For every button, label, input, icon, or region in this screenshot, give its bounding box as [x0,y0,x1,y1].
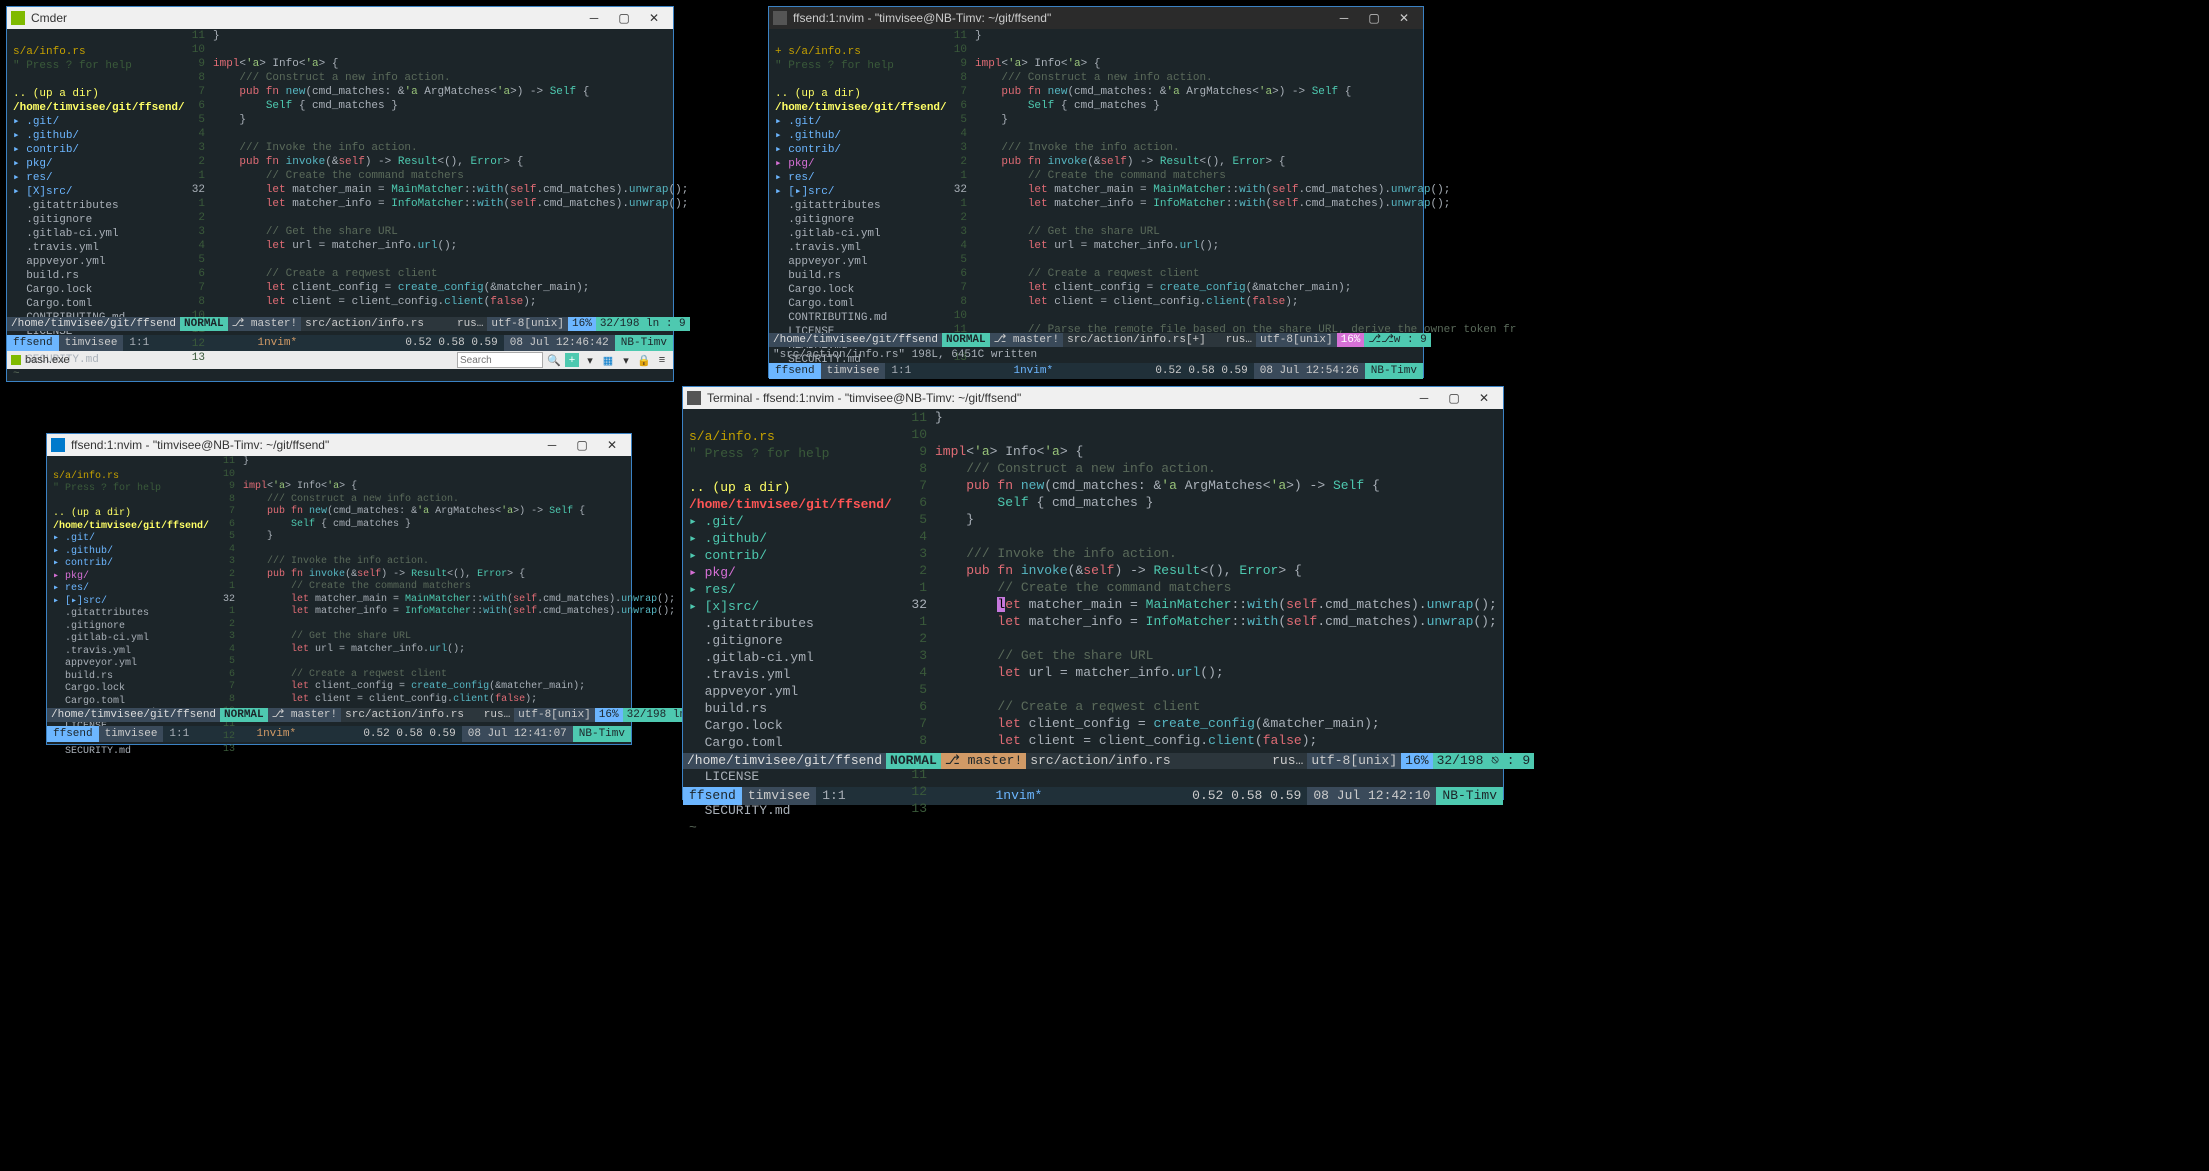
titlebar: ffsend:1:nvim - "timvisee@NB-Timv: ~/git… [769,7,1423,29]
code-body[interactable]: } impl<'a> Info<'a> { /// Construct a ne… [213,29,754,317]
maximize-button[interactable]: ▢ [609,7,639,29]
terminal-icon [687,391,701,405]
message-line: "src/action/info.rs" 198L, 6451C written [769,347,1423,363]
cmder-statusbar: bash.exe 🔍 + ▾ ▦ ▾ 🔒 ≡ [7,351,673,369]
tmux-line: ffsend timvisee 1:1 1nvim* 0.52 0.58 0.5… [7,335,673,351]
status-line: /home/timvisee/git/ffsend NORMAL ⎇ maste… [769,333,1423,347]
minimize-button[interactable]: ─ [1409,387,1439,409]
menu-button[interactable]: ≡ [655,353,669,367]
line-gutter: 11 10 9 8 7 6 5 4 3 2 1 32 1 2 3 4 5 6 7… [199,456,243,708]
maximize-button[interactable]: ▢ [1359,7,1389,29]
editor-area[interactable]: s/a/info.rs " Press ? for help .. (up a … [7,29,673,317]
add-tab-button[interactable]: + [565,353,579,367]
settings-dropdown[interactable]: ▾ [619,353,633,367]
editor-area[interactable]: s/a/info.rs " Press ? for help .. (up a … [683,409,1503,753]
window-title: ffsend:1:nvim - "timvisee@NB-Timv: ~/git… [793,11,1329,25]
file-tree[interactable]: s/a/info.rs " Press ? for help .. (up a … [47,456,199,708]
app-icon [773,11,787,25]
shell-tab[interactable]: bash.exe [11,354,70,366]
lock-icon[interactable]: 🔒 [637,353,651,367]
app-icon [11,11,25,25]
code-body[interactable]: } impl<'a> Info<'a> { /// Construct a ne… [243,456,735,708]
close-button[interactable]: ✕ [1389,7,1419,29]
file-tree[interactable]: s/a/info.rs " Press ? for help .. (up a … [7,29,169,317]
close-button[interactable]: ✕ [1469,387,1499,409]
line-gutter: 11 10 9 8 7 6 5 4 3 2 1 32 1 2 3 4 5 6 7… [169,29,213,317]
file-tree[interactable]: + s/a/info.rs " Press ? for help .. (up … [769,29,931,333]
maximize-button[interactable]: ▢ [1439,387,1469,409]
titlebar: Terminal - ffsend:1:nvim - "timvisee@NB-… [683,387,1503,409]
layout-button[interactable]: ▦ [601,353,615,367]
titlebar: ffsend:1:nvim - "timvisee@NB-Timv: ~/git… [47,434,631,456]
message-line [683,769,1503,787]
dropdown-button[interactable]: ▾ [583,353,597,367]
line-gutter: 11 10 9 8 7 6 5 4 3 2 1 32 1 2 3 4 5 6 7… [885,409,935,753]
window-title: ffsend:1:nvim - "timvisee@NB-Timv: ~/git… [71,438,537,452]
file-tree[interactable]: s/a/info.rs " Press ? for help .. (up a … [683,409,885,753]
minimize-button[interactable]: ─ [1329,7,1359,29]
status-line: /home/timvisee/git/ffsend NORMAL ⎇ maste… [7,317,673,331]
search-button[interactable]: 🔍 [547,353,561,367]
close-button[interactable]: ✕ [597,434,627,456]
tmux-line: ffsend timvisee 1:1 1nvim* 0.52 0.58 0.5… [683,787,1503,805]
line-gutter: 11 10 9 8 7 6 5 4 3 2 1 32 1 2 3 4 5 6 7… [931,29,975,333]
window-title: Terminal - ffsend:1:nvim - "timvisee@NB-… [707,391,1409,405]
status-line: /home/timvisee/git/ffsend NORMAL ⎇ maste… [47,708,631,722]
close-button[interactable]: ✕ [639,7,669,29]
pane-cmder: Cmder ─ ▢ ✕ s/a/info.rs " Press ? for he… [6,6,674,382]
pane-nvim-small: ffsend:1:nvim - "timvisee@NB-Timv: ~/git… [46,433,632,745]
shell-icon [11,355,21,365]
search-input[interactable] [457,352,543,368]
code-body[interactable]: } impl<'a> Info<'a> { /// Construct a ne… [975,29,1516,333]
tmux-line: ffsend timvisee 1:1 1nvim* 0.52 0.58 0.5… [47,726,631,742]
pane-terminal: Terminal - ffsend:1:nvim - "timvisee@NB-… [682,386,1504,800]
editor-area[interactable]: + s/a/info.rs " Press ? for help .. (up … [769,29,1423,333]
status-line: /home/timvisee/git/ffsend NORMAL ⎇ maste… [683,753,1503,769]
titlebar: Cmder ─ ▢ ✕ [7,7,673,29]
tmux-line: ffsend timvisee 1:1 1nvim* 0.52 0.58 0.5… [769,363,1423,379]
minimize-button[interactable]: ─ [579,7,609,29]
window-title: Cmder [31,11,579,25]
code-body[interactable]: } impl<'a> Info<'a> { /// Construct a ne… [935,409,1575,753]
maximize-button[interactable]: ▢ [567,434,597,456]
editor-area[interactable]: s/a/info.rs " Press ? for help .. (up a … [47,456,631,708]
pane-nvim-win: ffsend:1:nvim - "timvisee@NB-Timv: ~/git… [768,6,1424,378]
minimize-button[interactable]: ─ [537,434,567,456]
app-icon [51,438,65,452]
